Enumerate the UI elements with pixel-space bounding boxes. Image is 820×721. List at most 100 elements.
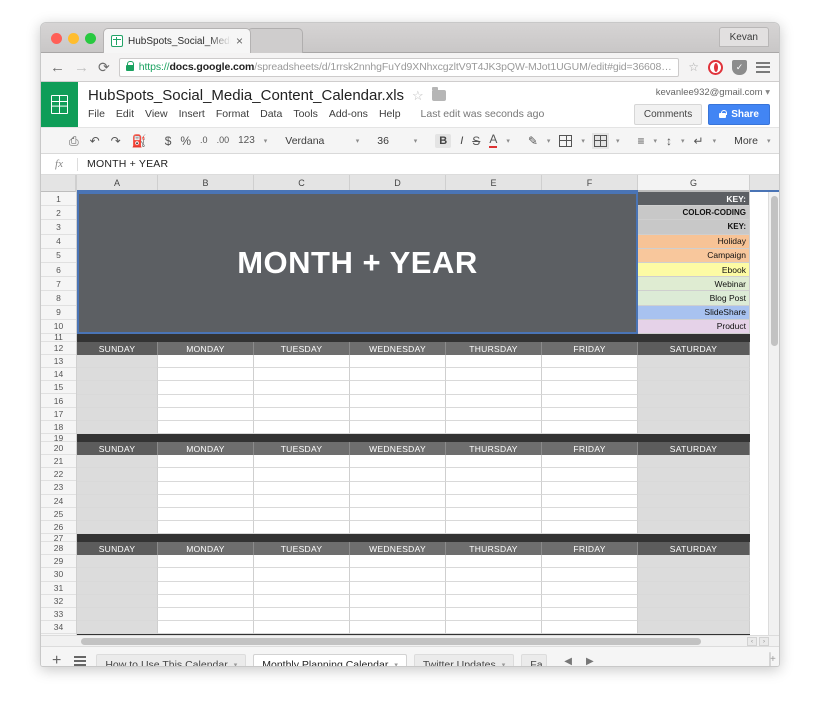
calendar-cell[interactable]: [350, 455, 446, 469]
grid-cells[interactable]: MONTH + YEAR KEY: COLOR-CODING KEY: Holiday C…: [77, 192, 779, 635]
calendar-cell[interactable]: [158, 468, 254, 482]
calendar-cell[interactable]: [77, 581, 158, 595]
calendar-cell[interactable]: [638, 581, 750, 595]
calendar-cell[interactable]: [158, 420, 254, 435]
calendar-cell[interactable]: [638, 420, 750, 435]
calendar-cell[interactable]: [542, 407, 638, 421]
month-year-banner[interactable]: MONTH + YEAR: [77, 192, 638, 334]
day-header-wednesday[interactable]: WEDNESDAY: [350, 442, 446, 456]
row-header-28[interactable]: 28: [41, 542, 76, 556]
text-color-button[interactable]: A: [489, 133, 498, 148]
chevron-down-icon[interactable]: ▾: [681, 137, 685, 145]
merge-cells-button[interactable]: [593, 134, 607, 147]
calendar-cell[interactable]: [350, 594, 446, 608]
calendar-cell[interactable]: [77, 521, 158, 535]
row-header-9[interactable]: 9: [41, 305, 76, 320]
vertical-scrollbar[interactable]: [768, 192, 779, 635]
row-header-3[interactable]: 3: [41, 220, 76, 235]
calendar-cell[interactable]: [158, 368, 254, 382]
day-header-tuesday[interactable]: TUESDAY: [254, 442, 350, 456]
calendar-cell[interactable]: [77, 608, 158, 622]
menu-format[interactable]: Format: [216, 108, 249, 120]
day-header-wednesday[interactable]: WEDNESDAY: [350, 542, 446, 556]
calendar-cell[interactable]: [638, 468, 750, 482]
minimize-window-button[interactable]: [68, 33, 79, 44]
font-family-select[interactable]: Verdana ▾: [285, 135, 359, 147]
calendar-cell[interactable]: [638, 481, 750, 495]
star-document-icon[interactable]: ☆: [412, 88, 424, 104]
row-header-2[interactable]: 2: [41, 206, 76, 221]
calendar-cell[interactable]: [254, 568, 350, 582]
row-header-27[interactable]: 27: [41, 533, 76, 543]
browser-menu-icon[interactable]: [756, 61, 770, 73]
calendar-cell[interactable]: [350, 581, 446, 595]
row-header-33[interactable]: 33: [41, 607, 76, 622]
extension-opera-icon[interactable]: [708, 59, 723, 75]
calendar-cell[interactable]: [350, 368, 446, 382]
calendar-cell[interactable]: [350, 468, 446, 482]
extension-shield-icon[interactable]: [732, 59, 747, 75]
menu-add-ons[interactable]: Add-ons: [329, 108, 368, 120]
number-format-button[interactable]: 123: [238, 135, 255, 146]
day-header-sunday[interactable]: SUNDAY: [77, 542, 158, 556]
calendar-cell[interactable]: [542, 368, 638, 382]
calendar-cell[interactable]: [446, 621, 542, 635]
borders-button[interactable]: [559, 134, 573, 147]
calendar-cell[interactable]: [254, 621, 350, 635]
calendar-cell[interactable]: [446, 407, 542, 421]
calendar-cell[interactable]: [158, 507, 254, 522]
horizontal-scroll-thumb[interactable]: [81, 638, 701, 645]
column-header-b[interactable]: B: [158, 175, 254, 190]
calendar-cell[interactable]: [446, 494, 542, 508]
increase-decimal-button[interactable]: .00: [217, 136, 230, 145]
calendar-cell[interactable]: [77, 507, 158, 522]
calendar-cell[interactable]: [542, 420, 638, 435]
calendar-cell[interactable]: [254, 608, 350, 622]
row-header-14[interactable]: 14: [41, 368, 76, 382]
calendar-cell[interactable]: [254, 507, 350, 522]
close-tab-icon[interactable]: ×: [236, 35, 243, 47]
row-header-20[interactable]: 20: [41, 442, 76, 455]
calendar-cell[interactable]: [158, 455, 254, 469]
calendar-cell[interactable]: [158, 394, 254, 408]
calendar-cell[interactable]: [638, 521, 750, 535]
chevron-down-icon[interactable]: ▾: [394, 661, 398, 666]
column-header-e[interactable]: E: [446, 175, 542, 190]
calendar-cell[interactable]: [77, 555, 158, 569]
calendar-cell[interactable]: [638, 394, 750, 408]
font-size-select[interactable]: 36 ▾: [377, 135, 417, 147]
chevron-down-icon[interactable]: ▾: [713, 137, 717, 145]
row-header-19[interactable]: 19: [41, 433, 76, 443]
chevron-down-icon[interactable]: ▾: [616, 137, 620, 145]
calendar-cell[interactable]: [542, 394, 638, 408]
calendar-cell[interactable]: [638, 381, 750, 395]
calendar-cell[interactable]: [542, 507, 638, 522]
window-controls[interactable]: [51, 33, 96, 44]
day-header-tuesday[interactable]: TUESDAY: [254, 342, 350, 355]
menu-file[interactable]: File: [88, 108, 105, 120]
undo-icon[interactable]: ↶: [90, 135, 100, 147]
move-to-folder-icon[interactable]: [431, 87, 446, 101]
menu-edit[interactable]: Edit: [116, 108, 134, 120]
calendar-cell[interactable]: [158, 355, 254, 369]
calendar-cell[interactable]: [542, 621, 638, 635]
more-toolbar-button[interactable]: More ▾: [734, 135, 770, 147]
row-header-12[interactable]: 12: [41, 341, 76, 355]
row-header-7[interactable]: 7: [41, 277, 76, 292]
chevron-down-icon[interactable]: ▾: [234, 661, 238, 666]
day-header-monday[interactable]: MONDAY: [158, 442, 254, 456]
calendar-cell[interactable]: [77, 368, 158, 382]
calendar-cell[interactable]: [542, 455, 638, 469]
day-header-thursday[interactable]: THURSDAY: [446, 542, 542, 556]
calendar-cell[interactable]: [158, 568, 254, 582]
scroll-right-button[interactable]: ›: [759, 637, 769, 646]
calendar-cell[interactable]: [638, 507, 750, 522]
calendar-cell[interactable]: [446, 594, 542, 608]
print-icon[interactable]: ⎙: [69, 135, 79, 147]
chevron-down-icon[interactable]: ▾: [653, 137, 657, 145]
strikethrough-button[interactable]: S: [472, 135, 480, 147]
day-header-friday[interactable]: FRIDAY: [542, 542, 638, 556]
calendar-cell[interactable]: [350, 394, 446, 408]
close-window-button[interactable]: [51, 33, 62, 44]
calendar-cell[interactable]: [350, 608, 446, 622]
